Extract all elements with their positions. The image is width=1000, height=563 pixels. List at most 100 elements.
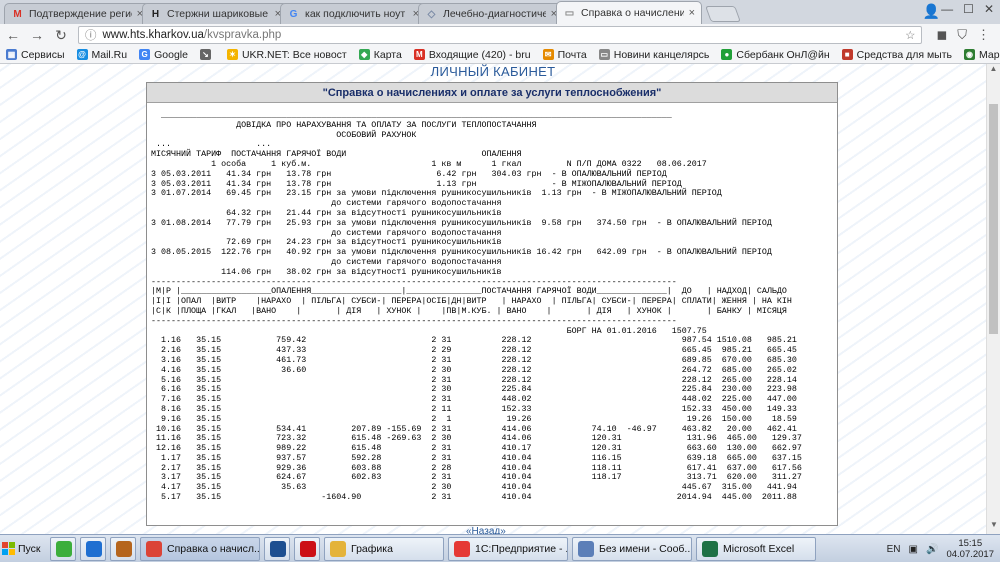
gmail-icon: M xyxy=(13,8,22,20)
tab-title: Справка о начисления xyxy=(581,7,684,19)
opera-icon xyxy=(300,540,316,557)
map-icon: ◆ xyxy=(358,49,370,60)
bookmark-item[interactable]: ↘ xyxy=(199,49,215,60)
tray-network-icon[interactable]: ▣ xyxy=(909,544,918,555)
bookmark-item[interactable]: ● Сбербанк ОнЛ@йн xyxy=(721,48,830,61)
url-host: www.hts.kharkov.ua xyxy=(102,29,204,41)
bookmark-label: UKR.NET: Все новост xyxy=(241,48,347,61)
bookmark-label: Сервисы xyxy=(21,48,65,61)
minimize-icon[interactable]: — xyxy=(941,2,953,16)
bookmark-star-icon[interactable]: ☆ xyxy=(905,28,915,42)
taskbar-button[interactable] xyxy=(264,536,290,561)
scroll-thumb[interactable] xyxy=(989,104,998,334)
user-profile-icon[interactable]: 👤 xyxy=(923,3,940,20)
back-arrow-icon[interactable]: ← xyxy=(6,27,20,43)
mail-icon: ✉ xyxy=(542,49,554,60)
folder-icon xyxy=(330,540,346,557)
back-link[interactable]: «Назад» xyxy=(466,526,506,534)
tray-volume-icon[interactable]: 🔊 xyxy=(926,544,938,555)
start-label: Пуск xyxy=(18,542,41,555)
bookmark-label: Google xyxy=(154,48,188,61)
reload-icon[interactable]: ↻ xyxy=(54,27,68,44)
browser-tab[interactable]: ◇ Лечебно-диагностичес × xyxy=(418,3,564,24)
vertical-scrollbar[interactable]: ▲ ▼ xyxy=(986,64,1000,534)
asus-icon xyxy=(270,540,286,557)
google-icon: G xyxy=(139,49,151,60)
bookmark-item[interactable]: ✉ Почта xyxy=(542,48,587,61)
extension-icon[interactable]: ◼ xyxy=(936,27,947,43)
taskbar-button[interactable]: Справка о начисл... xyxy=(140,536,260,561)
taskbar-button[interactable]: 1С:Предприятие - ... xyxy=(448,536,568,561)
rozetka-icon: ◉ xyxy=(964,49,976,60)
browser-tab[interactable]: Gкак подключить ноут к × xyxy=(280,3,426,24)
ie-icon xyxy=(86,540,102,557)
scroll-up-icon[interactable]: ▲ xyxy=(987,64,1000,78)
tab-title: Лечебно-диагностичес xyxy=(443,8,546,20)
report-text: ________________________________________… xyxy=(151,110,802,503)
windows-logo-icon xyxy=(2,542,15,555)
taskbar-button[interactable]: Microsoft Excel xyxy=(696,536,816,561)
taskbar-button[interactable] xyxy=(294,536,320,561)
bookmark-label: Почта xyxy=(557,48,587,61)
language-indicator[interactable]: EN xyxy=(887,544,901,555)
gmail-icon: M xyxy=(413,49,425,60)
bookmark-item[interactable]: ◆ Карта xyxy=(358,48,402,61)
maximize-icon[interactable]: ☐ xyxy=(963,2,974,16)
bookmark-label: Новини канцелярсь xyxy=(613,48,710,61)
report-box-title: "Справка о начислениях и оплате за услуг… xyxy=(147,83,837,103)
report-box: "Справка о начислениях и оплате за услуг… xyxy=(146,82,838,526)
close-tab-icon[interactable]: × xyxy=(689,7,695,19)
bookmark-item[interactable]: G Google xyxy=(139,49,188,61)
address-bar[interactable]: ⓘ www.hts.kharkov.ua/kvspravka.php ☆ xyxy=(78,26,923,44)
start-button[interactable]: Пуск xyxy=(2,537,46,561)
browser-tab[interactable]: HСтержни шариковые Sc× xyxy=(142,3,288,24)
taskbar-label: Справка о начисл... xyxy=(167,542,260,555)
message-icon xyxy=(578,540,594,557)
taskbar-button[interactable] xyxy=(50,536,76,561)
tab-title: Стержни шариковые Sc xyxy=(167,8,270,20)
close-window-icon[interactable]: ✕ xyxy=(984,2,994,16)
shop-icon: ■ xyxy=(841,49,853,60)
clock-time: 15:15 xyxy=(958,538,983,549)
google-icon: G xyxy=(289,8,298,20)
windows-taskbar: Пуск Справка о начисл... Графика 1С:Предпр… xyxy=(0,534,1000,562)
browser-toolbar: ← → ↻ ⓘ www.hts.kharkov.ua/kvspravka.php… xyxy=(0,24,1000,46)
taskbar-button[interactable] xyxy=(80,536,106,561)
mailru-icon: @ xyxy=(76,49,88,60)
scroll-down-icon[interactable]: ▼ xyxy=(987,520,1000,534)
taskbar-label: Без имени - Сооб... xyxy=(599,542,692,555)
new-tab-button[interactable] xyxy=(705,6,741,22)
taskbar-button[interactable]: Без имени - Сооб... xyxy=(572,536,692,561)
page-info-icon[interactable]: ⓘ xyxy=(85,27,97,43)
taskbar-items: Справка о начисл... Графика 1С:Предприятие… xyxy=(50,536,816,561)
page-icon: ◇ xyxy=(427,8,436,20)
bookmark-label: Карта xyxy=(373,48,402,61)
url-path: /kvspravka.php xyxy=(203,29,282,41)
forward-arrow-icon[interactable]: → xyxy=(30,27,44,43)
ukrnet-icon: ✶ xyxy=(226,49,238,60)
taskbar-button[interactable]: Графика xyxy=(324,536,444,561)
extension-icon-2[interactable]: ⛉ xyxy=(957,27,967,43)
bookmark-item[interactable]: ■ Средства для мыть xyxy=(841,49,952,61)
page-icon: ▭ xyxy=(598,49,610,60)
clock[interactable]: 15:15 04.07.2017 xyxy=(946,538,994,560)
menu-icon[interactable]: ⋮ xyxy=(977,27,990,43)
bookmark-item[interactable]: ◉Маркеры BIC - Rozet xyxy=(964,49,1000,61)
bookmark-label: Входящие (420) - bru xyxy=(428,48,531,61)
browser-tab[interactable]: ▭ Справка о начисления × xyxy=(556,1,702,24)
bookmark-label: Сбербанк ОнЛ@йн xyxy=(736,48,830,61)
taskbar-button[interactable] xyxy=(110,536,136,561)
bookmark-item[interactable]: ✶ UKR.NET: Все новост xyxy=(226,48,347,61)
bookmark-item[interactable]: M Входящие (420) - bru xyxy=(413,48,531,61)
bookmark-label: Маркеры BIC - Rozet xyxy=(979,48,1000,61)
taskbar-label: 1С:Предприятие - ... xyxy=(475,542,568,555)
h-site-icon: H xyxy=(151,8,160,20)
bookmark-item[interactable]: @ Mail.Ru xyxy=(76,48,128,61)
bookmark-label: Mail.Ru xyxy=(91,48,128,61)
link-icon: ↘ xyxy=(199,49,211,60)
bookmark-item[interactable]: ▦ Сервисы xyxy=(6,49,65,61)
bookmark-item[interactable]: ▭ Новини канцелярсь xyxy=(598,48,710,61)
browser-tab[interactable]: MПодтверждение регистр× xyxy=(4,3,150,24)
tab-strip: M Подтверждение регистр × H Стержни шариковы… xyxy=(0,0,1000,24)
excel-icon xyxy=(702,540,718,557)
